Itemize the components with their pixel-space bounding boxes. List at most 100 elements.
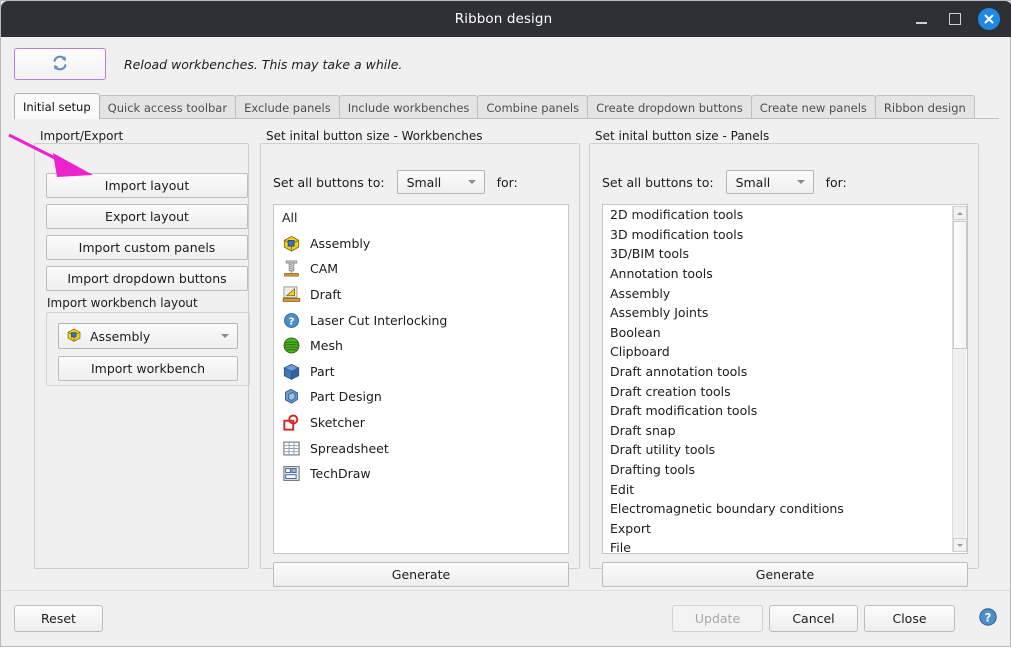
workbenches-set-all-label: Set all buttons to:: [273, 174, 385, 190]
part-icon: [280, 361, 302, 381]
list-item-label: 2D modification tools: [610, 207, 744, 223]
workbenches-frame: Set all buttons to: Small for: All Assem…: [260, 143, 580, 587]
chevron-down-icon: [221, 334, 229, 338]
panels-size-select[interactable]: Small: [725, 170, 814, 194]
import-layout-button[interactable]: Import layout: [46, 173, 248, 198]
scrollbar-thumb[interactable]: [953, 221, 967, 349]
panels-size-group: Set inital button size - Panels Set all …: [589, 129, 979, 587]
list-item-label: Annotation tools: [610, 266, 713, 282]
list-item[interactable]: Draft modification tools: [603, 401, 967, 421]
workbenches-size-group: Set inital button size - Workbenches Set…: [260, 129, 580, 587]
chevron-down-icon: [467, 180, 476, 184]
import-export-group-title: Import/Export: [40, 129, 124, 143]
list-item[interactable]: File: [603, 538, 967, 553]
list-item[interactable]: 3D modification tools: [603, 225, 967, 245]
tab-exclude-panels[interactable]: Exclude panels: [235, 95, 340, 119]
assembly-icon: [280, 233, 302, 253]
help-icon[interactable]: ?: [978, 607, 998, 630]
list-item-label: CAM: [310, 261, 339, 277]
window-controls: [910, 8, 1011, 30]
import-export-frame: Import layout Export layout Import custo…: [34, 143, 250, 569]
list-item[interactable]: Part Design: [274, 384, 568, 410]
list-item[interactable]: Part: [274, 359, 568, 385]
list-item-label: Drafting tools: [610, 462, 695, 478]
list-item[interactable]: Electromagnetic boundary conditions: [603, 499, 967, 519]
maximize-icon[interactable]: [944, 8, 966, 30]
list-item[interactable]: Draft creation tools: [603, 381, 967, 401]
workbench-select[interactable]: Assembly: [58, 323, 238, 349]
list-item[interactable]: Assembly: [274, 231, 568, 257]
reset-button[interactable]: Reset: [14, 605, 103, 632]
panels-list[interactable]: 2D modification tools 3D modification too…: [602, 204, 968, 554]
tab-initial-setup[interactable]: Initial setup: [14, 93, 100, 119]
panels-for-label: for:: [825, 174, 847, 190]
tab-quick-access-toolbar[interactable]: Quick access toolbar: [98, 95, 237, 119]
panels-list-items: 2D modification tools 3D modification too…: [603, 205, 967, 553]
tab-ribbon-design[interactable]: Ribbon design: [874, 95, 975, 119]
list-item[interactable]: All: [274, 205, 568, 231]
workbenches-size-select[interactable]: Small: [396, 170, 485, 194]
list-item[interactable]: Mesh: [274, 333, 568, 359]
list-item[interactable]: Clipboard: [603, 342, 967, 362]
generate-panels-button[interactable]: Generate: [602, 562, 968, 587]
export-layout-button[interactable]: Export layout: [46, 204, 248, 229]
list-item-label: Draft annotation tools: [610, 364, 748, 380]
import-export-group: Import/Export Import layout Export layou…: [34, 129, 250, 569]
tab-content-initial-setup: Import/Export Import layout Export layou…: [14, 119, 999, 591]
list-item[interactable]: Boolean: [603, 323, 967, 343]
import-dropdown-buttons-button[interactable]: Import dropdown buttons: [46, 266, 248, 291]
panels-list-scrollbar[interactable]: [952, 206, 967, 552]
tab-create-new-panels[interactable]: Create new panels: [750, 95, 876, 119]
panels-set-all-row: Set all buttons to: Small for:: [602, 170, 847, 194]
list-item[interactable]: Edit: [603, 479, 967, 499]
list-item[interactable]: 3D/BIM tools: [603, 244, 967, 264]
close-icon[interactable]: [978, 8, 1000, 30]
list-item[interactable]: Annotation tools: [603, 264, 967, 284]
list-item[interactable]: Draft: [274, 282, 568, 308]
update-button: Update: [672, 605, 763, 632]
close-button[interactable]: Close: [864, 605, 955, 632]
list-item[interactable]: CAM: [274, 256, 568, 282]
list-item[interactable]: 2D modification tools: [603, 205, 967, 225]
panels-group-title: Set inital button size - Panels: [595, 129, 770, 143]
workbenches-set-all-row: Set all buttons to: Small for:: [273, 170, 518, 194]
import-custom-panels-button[interactable]: Import custom panels: [46, 235, 248, 260]
tab-create-dropdown-buttons[interactable]: Create dropdown buttons: [587, 95, 752, 119]
cancel-button[interactable]: Cancel: [769, 605, 858, 632]
list-item[interactable]: Draft utility tools: [603, 440, 967, 460]
list-item[interactable]: Draft snap: [603, 421, 967, 441]
scroll-down-icon[interactable]: [953, 538, 967, 552]
list-item-label: Draft: [310, 287, 342, 303]
list-item[interactable]: TechDraw: [274, 461, 568, 487]
list-item[interactable]: Sketcher: [274, 410, 568, 436]
scroll-up-icon[interactable]: [953, 206, 967, 220]
reload-workbenches-button[interactable]: [14, 48, 106, 80]
minimize-icon[interactable]: [910, 8, 932, 30]
workbenches-group-title: Set inital button size - Workbenches: [266, 129, 483, 143]
generate-workbenches-button[interactable]: Generate: [273, 562, 569, 587]
ribbon-design-dialog: Ribbon design Reload workbenches. This m…: [0, 0, 1011, 647]
list-item[interactable]: Assembly: [603, 283, 967, 303]
list-item[interactable]: Export: [603, 519, 967, 539]
list-item-label: 3D/BIM tools: [610, 246, 689, 262]
list-item-label: 3D modification tools: [610, 226, 744, 242]
list-item-label: Mesh: [310, 338, 343, 354]
list-item[interactable]: Spreadsheet: [274, 435, 568, 461]
list-item[interactable]: Assembly Joints: [603, 303, 967, 323]
assembly-icon: [66, 327, 82, 346]
list-item[interactable]: Draft annotation tools: [603, 362, 967, 382]
list-item-label: Electromagnetic boundary conditions: [610, 501, 844, 517]
list-item[interactable]: Drafting tools: [603, 460, 967, 480]
list-item-label: Part Design: [310, 389, 382, 405]
tab-combine-panels[interactable]: Combine panels: [477, 95, 589, 119]
list-item-label: Draft utility tools: [610, 442, 716, 458]
workbenches-list[interactable]: All Assembly CAM Draft ? Laser Cut Inter…: [273, 204, 569, 554]
tab-include-workbenches[interactable]: Include workbenches: [338, 95, 479, 119]
part-design-icon: [280, 387, 302, 407]
workbench-select-value: Assembly: [90, 328, 151, 344]
list-item[interactable]: ? Laser Cut Interlocking: [274, 307, 568, 333]
techdraw-icon: [280, 464, 302, 484]
import-workbench-button[interactable]: Import workbench: [58, 356, 238, 381]
spreadsheet-icon: [280, 438, 302, 458]
panels-frame: Set all buttons to: Small for: 2D modifi…: [589, 143, 979, 587]
